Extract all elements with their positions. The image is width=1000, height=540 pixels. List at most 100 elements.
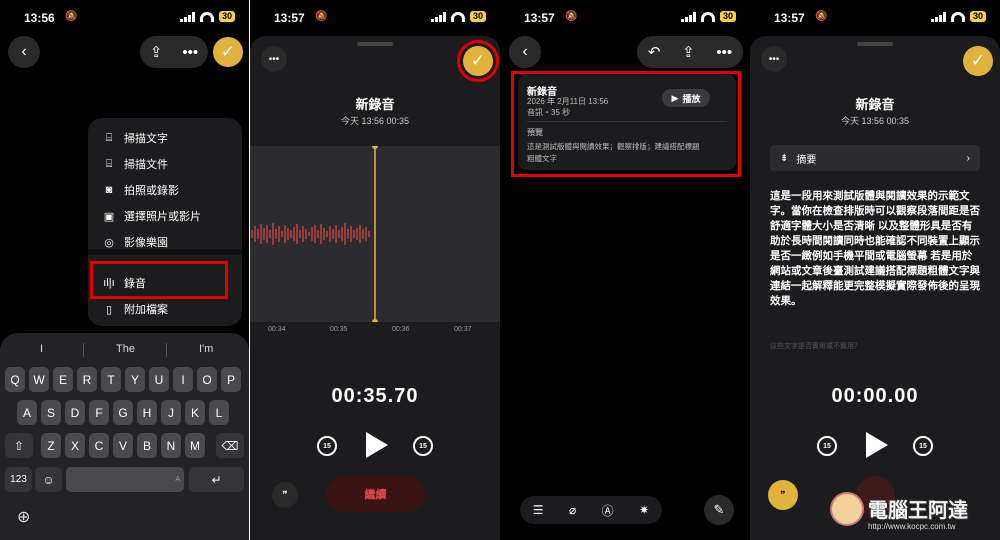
status-time: 13:57 <box>774 11 805 25</box>
menu-divider <box>88 249 242 255</box>
suggestion-3[interactable]: I'm <box>199 343 213 355</box>
back-button[interactable]: ‹ <box>8 36 40 68</box>
return-key[interactable]: ↵ <box>189 467 244 492</box>
numbers-key[interactable]: 123 <box>5 467 32 492</box>
skip-back-button[interactable]: 15 <box>817 436 837 456</box>
ai-tools-icon[interactable]: ✷ <box>639 503 649 517</box>
sheet-grabber[interactable] <box>857 42 893 46</box>
done-button[interactable]: ✓ <box>963 46 993 76</box>
playground-icon: ◎ <box>104 236 114 249</box>
key-p[interactable]: P <box>221 367 241 392</box>
share-icon[interactable]: ⇪ <box>682 43 695 61</box>
feedback-prompt[interactable]: 這些文字是否實用或不實用？ <box>770 341 861 351</box>
key-g[interactable]: G <box>113 400 133 425</box>
menu-item-camera[interactable]: ◙ 拍照或錄影 <box>102 182 179 198</box>
more-icon[interactable]: ••• <box>716 44 732 61</box>
transcript-button[interactable]: ❞ <box>272 482 298 508</box>
key-i[interactable]: I <box>173 367 193 392</box>
menu-item-scan-doc[interactable]: ⌸ 掃描文件 <box>102 156 168 172</box>
key-u[interactable]: U <box>149 367 169 392</box>
signal-icon <box>930 11 946 22</box>
more-icon[interactable]: ••• <box>182 44 198 61</box>
top-actions: ⇪ ••• <box>140 36 208 68</box>
share-icon[interactable]: ⇪ <box>150 43 163 61</box>
bottom-toolbar: ☰ ⌀ Ⓐ ✷ <box>520 496 662 524</box>
key-j[interactable]: J <box>161 400 181 425</box>
key-a[interactable]: A <box>17 400 37 425</box>
back-button[interactable]: ‹ <box>509 36 541 68</box>
delete-key[interactable]: ⌫ <box>216 433 244 458</box>
key-n[interactable]: N <box>161 433 181 458</box>
tick-label: 00:34 <box>268 326 286 333</box>
skip-forward-button[interactable]: 15 <box>413 436 433 456</box>
done-button[interactable]: ✓ <box>213 37 243 67</box>
more-button[interactable]: ••• <box>261 46 287 72</box>
key-f[interactable]: F <box>89 400 109 425</box>
suggestion-1[interactable]: I <box>40 343 43 355</box>
attachment-icon[interactable]: ⌀ <box>569 503 576 517</box>
sheet-grabber[interactable] <box>357 42 393 46</box>
silent-icon: 🔕 <box>815 11 828 22</box>
highlight-card <box>511 71 741 177</box>
menu-item-attach-file[interactable]: ▯ 附加檔案 <box>102 301 168 317</box>
play-button[interactable] <box>366 432 388 458</box>
space-key[interactable]: A <box>66 467 184 492</box>
key-c[interactable]: C <box>89 433 109 458</box>
compose-button[interactable]: ✎ <box>704 495 734 525</box>
play-button[interactable] <box>866 432 888 458</box>
waveform <box>251 143 378 325</box>
key-b[interactable]: B <box>137 433 157 458</box>
scan-doc-icon: ⌸ <box>105 157 113 170</box>
key-q[interactable]: Q <box>5 367 25 392</box>
status-time: 13:57 <box>274 11 305 25</box>
site-watermark: 電腦王阿達 http://www.kocpc.com.tw <box>830 490 1000 540</box>
battery-icon: 30 <box>969 11 986 22</box>
menu-item-photo[interactable]: ▣ 選擇照片或影片 <box>102 208 201 224</box>
key-s[interactable]: S <box>41 400 61 425</box>
key-z[interactable]: Z <box>41 433 61 458</box>
continue-button[interactable]: 繼續 <box>326 476 425 512</box>
key-w[interactable]: W <box>29 367 49 392</box>
key-v[interactable]: V <box>113 433 133 458</box>
camera-icon: ◙ <box>105 184 113 196</box>
suggestion-2[interactable]: The <box>116 343 135 355</box>
key-m[interactable]: M <box>185 433 205 458</box>
key-r[interactable]: R <box>77 367 97 392</box>
menu-item-scan-text[interactable]: ⌸ 掃描文字 <box>102 130 168 146</box>
more-button[interactable]: ••• <box>761 46 787 72</box>
markup-icon[interactable]: Ⓐ <box>602 502 614 519</box>
watermark-url: http://www.kocpc.com.tw <box>868 522 956 531</box>
keyboard: I The I'm Q W E R T Y U I O P A S D F G … <box>0 333 249 540</box>
key-l[interactable]: L <box>209 400 229 425</box>
key-h[interactable]: H <box>137 400 157 425</box>
key-t[interactable]: T <box>101 367 121 392</box>
top-actions: ↶ ⇪ ••• <box>637 36 743 68</box>
emoji-key[interactable]: ☺ <box>35 467 62 492</box>
globe-icon[interactable]: ⊕ <box>17 507 30 527</box>
recording-subtitle: 今天 13:56 00:35 <box>840 116 910 126</box>
key-d[interactable]: D <box>65 400 85 425</box>
transcript-button[interactable]: ❞ <box>768 480 798 510</box>
key-y[interactable]: Y <box>125 367 145 392</box>
status-time: 13:57 <box>524 11 555 25</box>
key-x[interactable]: X <box>65 433 85 458</box>
status-time: 13:56 <box>24 11 55 25</box>
photo-icon: ▣ <box>103 210 115 223</box>
summary-button[interactable]: ⇟ 摘要 › <box>770 145 980 171</box>
skip-back-button[interactable]: 15 <box>317 436 337 456</box>
transcript-text: 這是一段用來測試版體與閱讀效果的示範文字。當你在檢查排版時可以觀察段落間距是否舒… <box>770 190 980 307</box>
shift-key[interactable]: ⇧ <box>5 433 33 458</box>
attachment-icon: ▯ <box>105 303 113 316</box>
undo-icon[interactable]: ↶ <box>648 43 661 61</box>
skip-forward-button[interactable]: 15 <box>913 436 933 456</box>
menu-item-playground[interactable]: ◎ 影像樂園 <box>102 234 168 250</box>
summary-icon: ⇟ <box>780 152 789 164</box>
key-o[interactable]: O <box>197 367 217 392</box>
key-k[interactable]: K <box>185 400 205 425</box>
recording-title: 新錄音 <box>355 97 395 112</box>
silent-icon: 🔕 <box>65 11 78 22</box>
checklist-icon[interactable]: ☰ <box>533 503 544 517</box>
summary-label: 摘要 <box>796 154 817 166</box>
panel-2: 13:57 🔕 30 ••• ✓ 新錄音 今天 13:56 00:35 00:3… <box>250 0 500 540</box>
key-e[interactable]: E <box>53 367 73 392</box>
